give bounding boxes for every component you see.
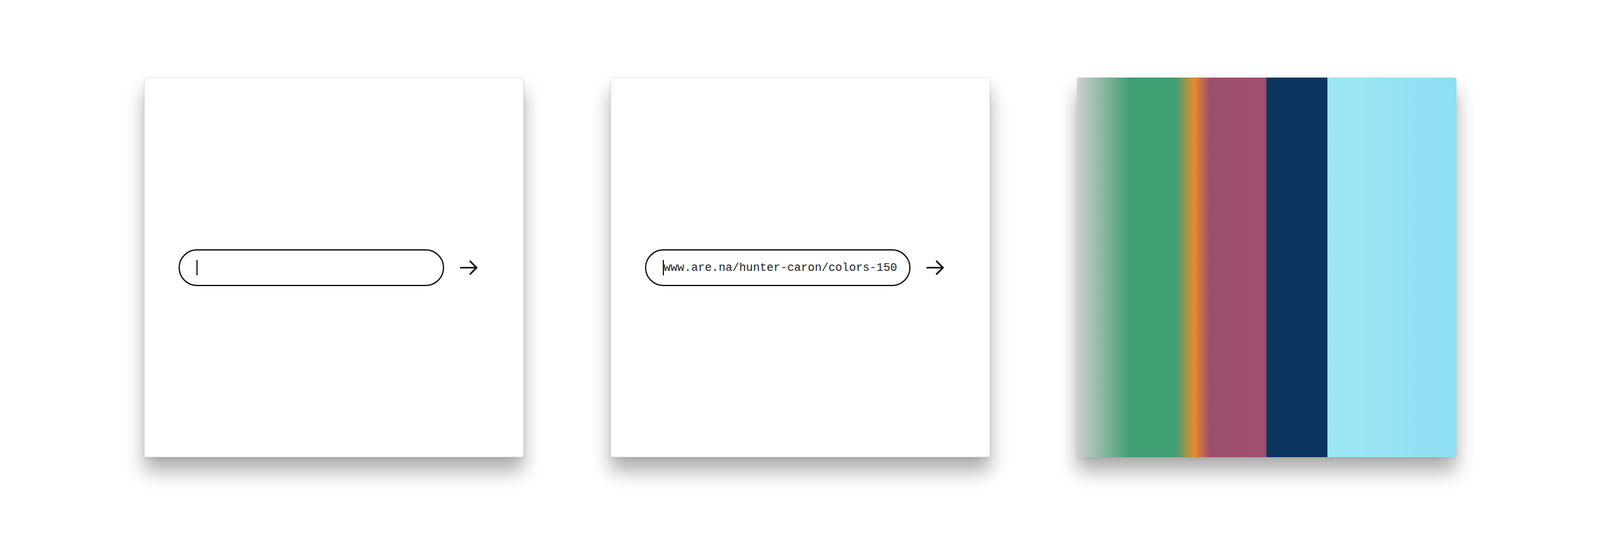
url-field[interactable] — [178, 249, 445, 286]
url-field[interactable]: www.are.na/hunter-caron/colors-150 — [644, 249, 911, 286]
text-caret — [196, 259, 198, 276]
url-value: www.are.na/hunter-caron/colors-150 — [664, 261, 898, 274]
submit-button[interactable] — [458, 256, 480, 279]
text-caret — [662, 259, 665, 276]
page: www.are.na/hunter-caron/colors-150 — [0, 0, 1600, 543]
url-card — [144, 77, 524, 457]
photo-card — [1077, 77, 1457, 457]
submit-button[interactable] — [924, 256, 947, 279]
arrow-right-icon — [458, 257, 480, 278]
url-card: www.are.na/hunter-caron/colors-150 — [610, 77, 990, 457]
arrow-right-icon — [925, 257, 946, 278]
